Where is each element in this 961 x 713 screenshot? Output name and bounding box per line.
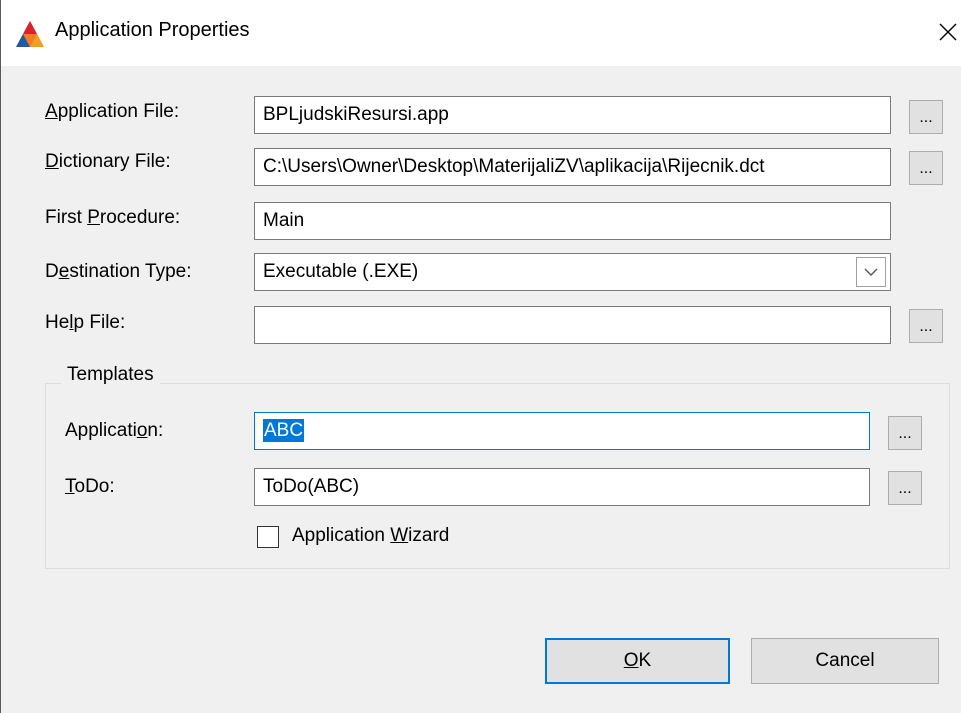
application-properties-dialog: Application Properties Application File:… xyxy=(0,0,961,713)
help-file-label: Help File: xyxy=(45,312,126,333)
application-file-label: Application File: xyxy=(45,101,180,122)
close-button[interactable] xyxy=(931,12,961,52)
dictionary-file-input[interactable]: C:\Users\Owner\Desktop\MaterijaliZV\apli… xyxy=(254,148,891,186)
destination-type-dropdown-button[interactable] xyxy=(856,257,886,287)
first-procedure-input[interactable]: Main xyxy=(254,202,891,240)
application-wizard-label[interactable]: Application Wizard xyxy=(292,525,449,547)
ok-button[interactable]: OK xyxy=(545,638,730,684)
application-template-label: Application: xyxy=(65,420,164,441)
help-file-input[interactable] xyxy=(254,306,891,344)
application-file-browse-button[interactable]: ... xyxy=(909,100,943,134)
todo-template-input[interactable]: ToDo(ABC) xyxy=(254,468,870,506)
chevron-down-icon xyxy=(864,268,878,276)
application-wizard-checkbox[interactable] xyxy=(257,526,279,548)
help-file-browse-button[interactable]: ... xyxy=(909,309,943,343)
clarion-app-icon xyxy=(16,21,44,47)
destination-type-select[interactable]: Executable (.EXE) xyxy=(254,253,891,291)
todo-template-label: ToDo: xyxy=(65,476,115,497)
todo-template-browse-button[interactable]: ... xyxy=(888,471,922,505)
title-bar: Application Properties xyxy=(1,0,961,66)
application-template-input[interactable]: ABC xyxy=(254,412,870,450)
first-procedure-label: First Procedure: xyxy=(45,207,181,228)
dictionary-file-browse-button[interactable]: ... xyxy=(909,151,943,185)
application-template-browse-button[interactable]: ... xyxy=(888,416,922,450)
window-title: Application Properties xyxy=(55,19,250,41)
close-icon xyxy=(939,23,957,41)
dictionary-file-label: Dictionary File: xyxy=(45,151,171,172)
application-file-input[interactable]: BPLjudskiResursi.app xyxy=(254,96,891,134)
cancel-button[interactable]: Cancel xyxy=(751,638,939,684)
destination-type-label: Destination Type: xyxy=(45,261,192,282)
templates-group-label: Templates xyxy=(61,364,160,386)
